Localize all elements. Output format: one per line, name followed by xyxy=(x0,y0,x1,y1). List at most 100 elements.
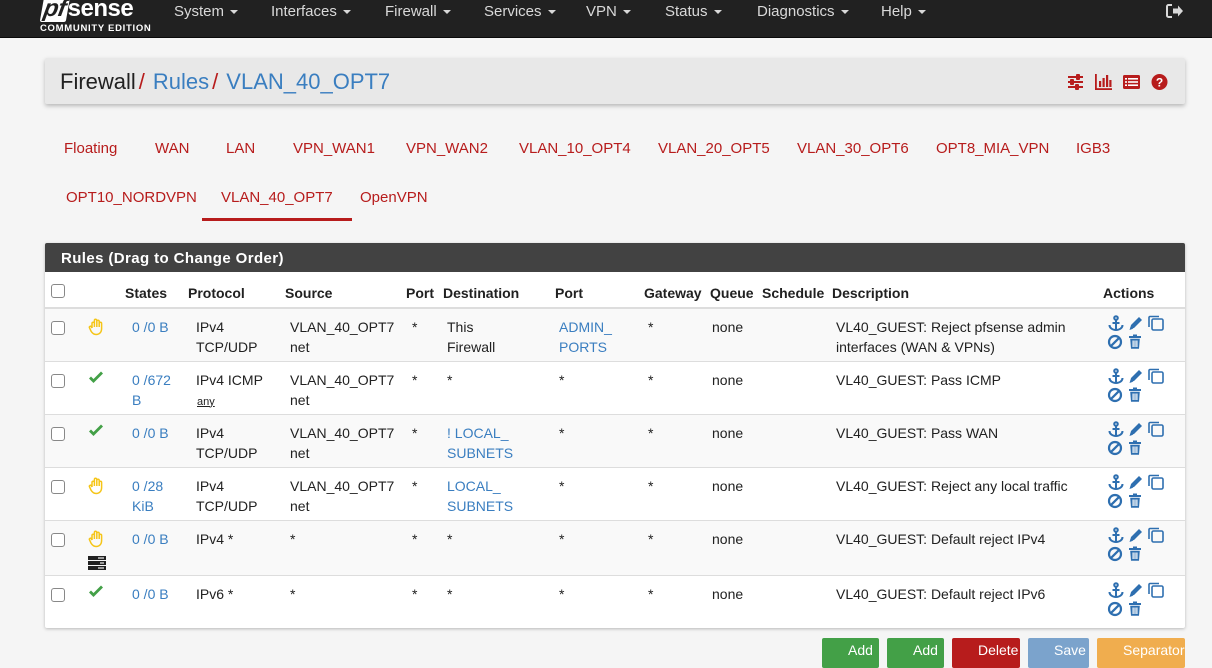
rule-row[interactable]: 0 /0 B IPv4 TCP/UDP VLAN_40_OPT7 net *! LOC… xyxy=(45,413,1185,467)
icmp-type-link[interactable]: any xyxy=(197,396,215,408)
rule-checkbox[interactable] xyxy=(51,587,65,602)
copy-icon[interactable] xyxy=(1147,474,1165,491)
rule-row[interactable]: 0 /672 B IPv4 ICMP any VLAN_40_OPT7 net * * * *… xyxy=(45,360,1185,414)
add-top-button[interactable]: Add xyxy=(822,638,879,668)
nav-help[interactable]: Help xyxy=(881,0,926,24)
save-button[interactable]: Save xyxy=(1028,638,1089,668)
states-link[interactable]: 0 /0 B xyxy=(132,531,169,547)
copy-icon[interactable] xyxy=(1147,368,1165,385)
status-cell[interactable] xyxy=(83,574,123,628)
destination-cell: * xyxy=(441,360,553,414)
anchor-icon[interactable] xyxy=(1107,581,1125,599)
anchor-icon[interactable] xyxy=(1107,526,1125,544)
tab-vlan-20-opt5[interactable]: VLAN_20_OPT5 xyxy=(639,126,789,172)
disable-icon[interactable] xyxy=(1107,600,1125,617)
rule-row[interactable]: 0 /0 B IPv4 TCP/UDP VLAN_40_OPT7 net * This … xyxy=(45,307,1185,361)
breadcrumb-rules-link[interactable]: Rules xyxy=(153,69,209,94)
source-cell: VLAN_40_OPT7 net xyxy=(283,360,404,414)
trash-icon[interactable] xyxy=(1127,386,1145,403)
rule-row[interactable]: 0 /0 B IPv4 * * * * * * none VL40_GUEST: Default… xyxy=(45,519,1185,575)
list-alt-icon[interactable] xyxy=(1122,73,1141,91)
pencil-icon[interactable] xyxy=(1127,368,1145,385)
nav-interfaces[interactable]: Interfaces xyxy=(271,0,351,24)
pencil-icon[interactable] xyxy=(1127,474,1145,491)
rule-row[interactable]: 0 /28 KiB IPv4 TCP/UDP VLAN_40_OPT7 net * LO… xyxy=(45,466,1185,520)
trash-icon[interactable] xyxy=(1127,545,1145,562)
tab-vlan-10-opt4[interactable]: VLAN_10_OPT4 xyxy=(500,126,650,172)
trash-icon[interactable] xyxy=(1127,600,1145,617)
nav-firewall[interactable]: Firewall xyxy=(385,0,451,24)
sign-out-icon[interactable] xyxy=(1166,3,1184,19)
status-cell[interactable] xyxy=(83,519,123,575)
description-cell: VL40_GUEST: Pass ICMP xyxy=(830,360,1101,414)
trash-icon[interactable] xyxy=(1127,333,1145,350)
trash-icon[interactable] xyxy=(1127,492,1145,509)
pfsense-logo[interactable]: pfsense COMMUNITY EDITION xyxy=(39,0,151,36)
bar-chart-icon[interactable] xyxy=(1094,73,1113,91)
breadcrumb-interface-link[interactable]: VLAN_40_OPT7 xyxy=(226,69,390,94)
tab-openvpn[interactable]: OpenVPN xyxy=(341,175,447,221)
delete-button[interactable]: Delete xyxy=(952,638,1020,668)
sliders-icon[interactable] xyxy=(1066,73,1085,91)
rule-checkbox[interactable] xyxy=(51,321,65,335)
copy-icon[interactable] xyxy=(1147,582,1165,599)
separator-button[interactable]: Separator xyxy=(1097,638,1185,668)
add-bottom-button[interactable]: Add xyxy=(887,638,944,668)
destination-text[interactable]: LOCAL_ SUBNETS xyxy=(447,478,513,514)
disable-icon[interactable] xyxy=(1107,492,1125,509)
rule-checkbox[interactable] xyxy=(51,373,65,388)
pencil-icon[interactable] xyxy=(1127,527,1145,544)
states-link[interactable]: 0 /0 B xyxy=(132,586,169,602)
status-cell[interactable] xyxy=(83,466,123,520)
states-link[interactable]: 0 /672 B xyxy=(132,372,171,408)
tab-floating[interactable]: Floating xyxy=(45,126,136,172)
anchor-icon[interactable] xyxy=(1107,315,1125,332)
nav-status[interactable]: Status xyxy=(665,0,722,24)
status-cell[interactable] xyxy=(83,413,123,467)
copy-icon[interactable] xyxy=(1147,527,1165,544)
pencil-icon[interactable] xyxy=(1127,582,1145,599)
tab-vpn-wan2[interactable]: VPN_WAN2 xyxy=(387,126,507,172)
destination-text[interactable]: ! LOCAL_ SUBNETS xyxy=(447,425,513,461)
protocol-cell: IPv4 TCP/UDP xyxy=(186,307,283,361)
trash-icon[interactable] xyxy=(1127,439,1145,456)
disable-icon[interactable] xyxy=(1107,333,1125,350)
tab-vpn-wan1[interactable]: VPN_WAN1 xyxy=(274,126,394,172)
status-cell[interactable] xyxy=(83,307,123,361)
dest-port-text[interactable]: ADMIN_ PORTS xyxy=(559,319,612,355)
status-cell[interactable] xyxy=(83,360,123,414)
col-states: States xyxy=(123,272,186,309)
tab-wan[interactable]: WAN xyxy=(136,126,208,172)
disable-icon[interactable] xyxy=(1107,439,1125,456)
pencil-icon[interactable] xyxy=(1127,421,1145,438)
nav-system[interactable]: System xyxy=(174,0,239,24)
rule-checkbox[interactable] xyxy=(51,426,65,441)
pencil-icon[interactable] xyxy=(1127,315,1145,332)
nav-services[interactable]: Services xyxy=(484,0,556,24)
tab-opt10-nordvpn[interactable]: OPT10_NORDVPN xyxy=(47,175,216,221)
states-link[interactable]: 0 /28 KiB xyxy=(132,478,163,514)
anchor-icon[interactable] xyxy=(1107,473,1125,491)
anchor-icon[interactable] xyxy=(1107,367,1125,385)
copy-icon[interactable] xyxy=(1147,421,1165,438)
select-all-checkbox[interactable] xyxy=(51,284,65,298)
anchor-icon[interactable] xyxy=(1107,420,1125,438)
tab-vlan-40-opt7[interactable]: VLAN_40_OPT7 xyxy=(202,175,352,221)
states-link[interactable]: 0 /0 B xyxy=(132,425,169,441)
tab-vlan-30-opt6[interactable]: VLAN_30_OPT6 xyxy=(778,126,928,172)
rule-checkbox[interactable] xyxy=(51,479,65,494)
question-circle-icon[interactable]: ? xyxy=(1150,73,1169,91)
tab-lan[interactable]: LAN xyxy=(207,126,274,172)
tab-igb3[interactable]: IGB3 xyxy=(1057,126,1129,172)
rule-checkbox[interactable] xyxy=(51,532,65,547)
nav-diagnostics[interactable]: Diagnostics xyxy=(757,0,849,24)
disable-icon[interactable] xyxy=(1107,386,1125,403)
nav-vpn[interactable]: VPN xyxy=(586,0,631,24)
states-link[interactable]: 0 /0 B xyxy=(132,319,169,335)
disable-icon[interactable] xyxy=(1107,545,1125,562)
destination-text: * xyxy=(447,530,453,547)
copy-icon[interactable] xyxy=(1147,315,1165,332)
select-all-cell xyxy=(45,272,83,309)
tab-opt8-mia-vpn[interactable]: OPT8_MIA_VPN xyxy=(917,126,1068,172)
rule-row[interactable]: 0 /0 B IPv6 * * * * * * none VL40_GUEST: Default… xyxy=(45,574,1185,628)
